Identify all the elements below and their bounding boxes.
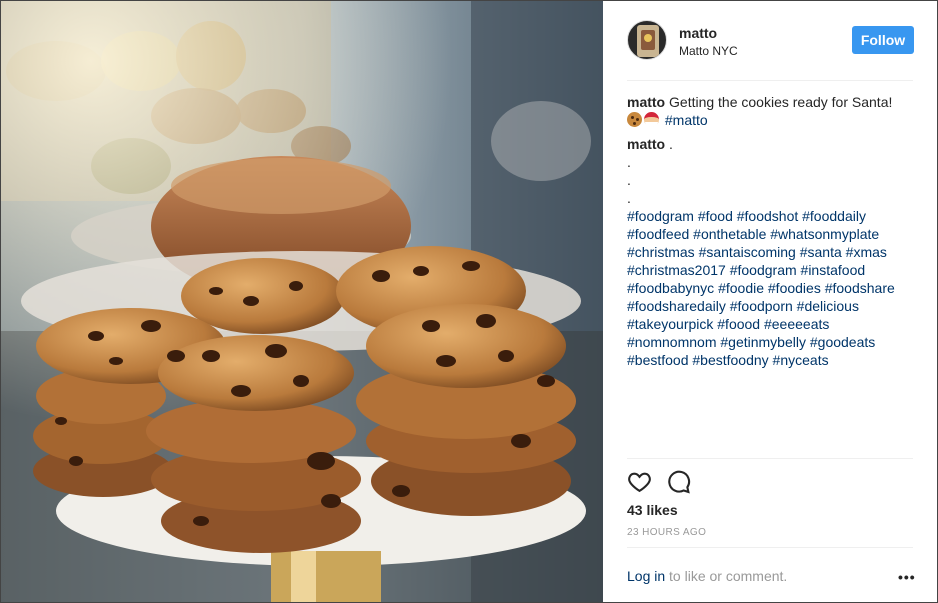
comment-dot: . — [627, 172, 631, 188]
footer-divider — [627, 547, 913, 548]
comment-username[interactable]: matto — [627, 136, 665, 152]
more-options-icon[interactable]: ••• — [898, 569, 916, 585]
actions-divider — [627, 458, 913, 459]
cookie-photo-illustration — [1, 1, 603, 602]
comment-hashtags[interactable]: #foodgram #food #foodshot #fooddaily #fo… — [627, 208, 895, 368]
login-link[interactable]: Log in — [627, 568, 665, 584]
comment: matto . . . . #foodgram #food #foodshot … — [627, 135, 917, 369]
caption-username[interactable]: matto — [627, 94, 665, 110]
follow-button[interactable]: Follow — [852, 26, 914, 54]
santa-emoji-icon — [644, 112, 659, 127]
location-link[interactable]: Matto NYC — [679, 44, 738, 58]
caption-hashtag[interactable]: #matto — [665, 112, 708, 128]
cookie-emoji-icon — [627, 112, 642, 127]
post-caption: matto Getting the cookies ready for Sant… — [627, 93, 917, 129]
username-link[interactable]: matto — [679, 25, 717, 41]
post-container: matto Matto NYC Follow matto Getting the… — [0, 0, 938, 603]
caption-text: Getting the cookies ready for Santa! — [669, 94, 893, 110]
post-actions — [627, 469, 691, 495]
likes-count[interactable]: 43 likes — [627, 502, 678, 518]
comment-dot: . — [669, 136, 673, 152]
post-header: matto Matto NYC Follow — [603, 1, 937, 80]
post-photo[interactable] — [1, 1, 603, 602]
login-prompt: Log in to like or comment. — [627, 568, 787, 584]
login-prompt-text: to like or comment. — [665, 568, 788, 584]
heart-icon[interactable] — [627, 469, 652, 495]
comment-dot: . — [627, 154, 631, 170]
avatar[interactable] — [627, 20, 667, 60]
post-timestamp[interactable]: 23 HOURS AGO — [627, 527, 706, 538]
comment-icon[interactable] — [666, 469, 691, 495]
header-divider — [627, 80, 913, 81]
post-side-panel: matto Matto NYC Follow matto Getting the… — [603, 1, 937, 602]
comment-dot: . — [627, 190, 631, 206]
